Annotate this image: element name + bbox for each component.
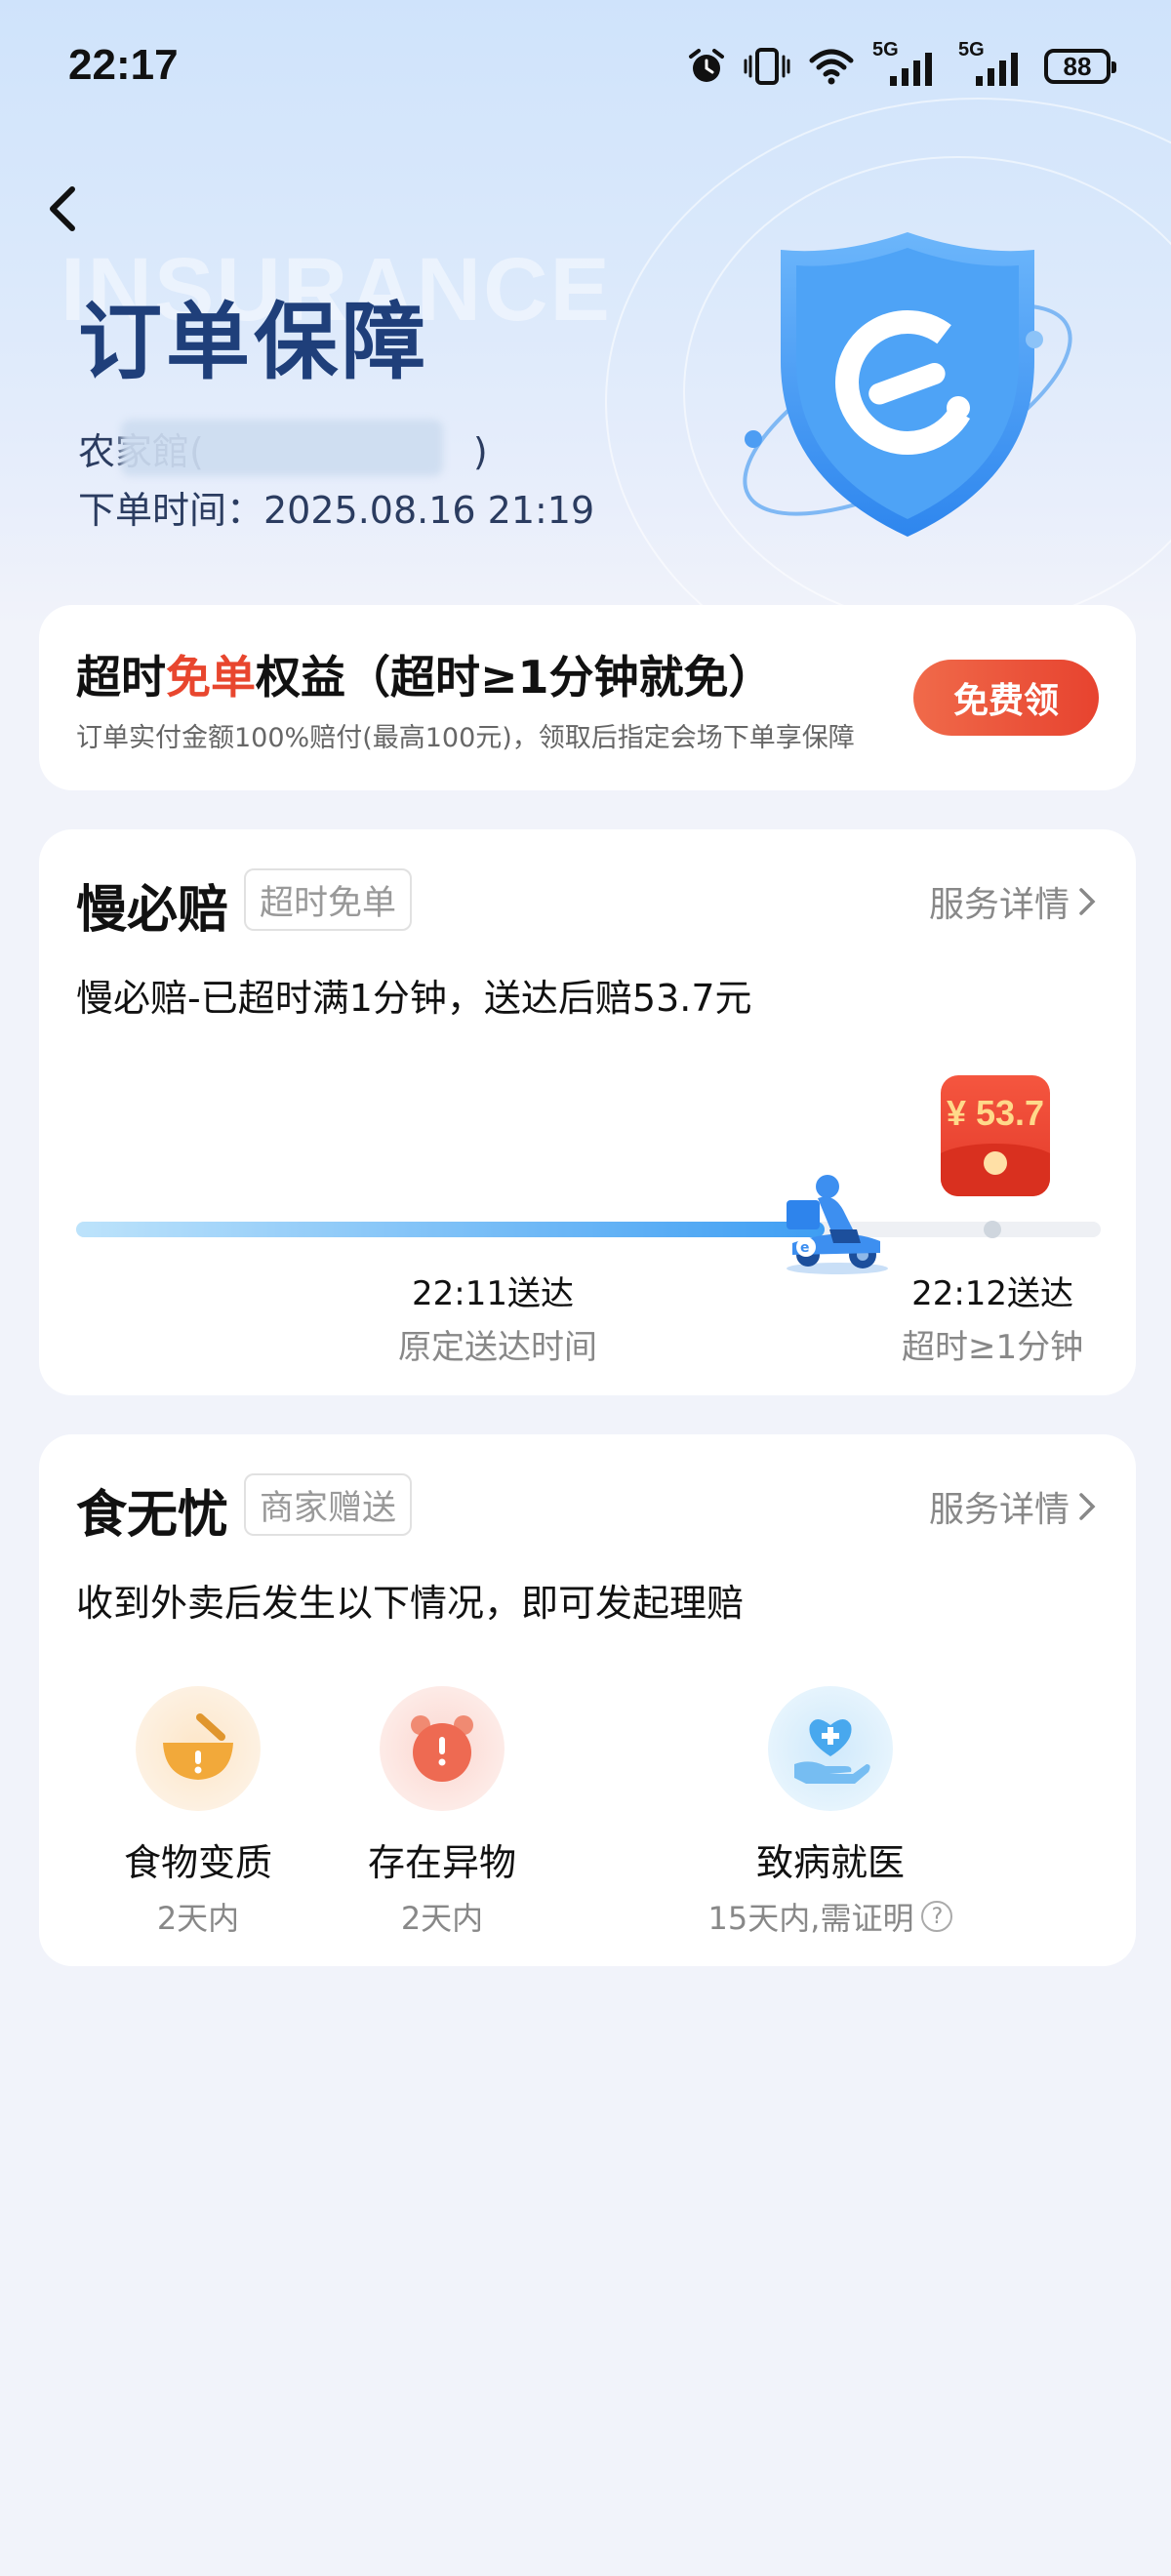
red-packet: ¥ 53.7: [941, 1075, 1050, 1196]
timeline-point-scheduled: 22:11送达 原定送达时间: [398, 1267, 597, 1368]
title-suffix: 权益（超时≥1分钟就免）: [256, 651, 774, 704]
overtime-time: 22:12送达: [911, 1274, 1074, 1313]
claim-item-note: 15天内,需证明 ?: [684, 1894, 977, 1939]
shop-name-end: ): [472, 430, 488, 473]
battery-indicator: 88: [1044, 49, 1116, 84]
service-detail-label: 服务详情: [928, 885, 1070, 925]
progress-end-dot: [984, 1221, 1001, 1238]
clock: 22:17: [68, 41, 179, 89]
title-prefix: 超时: [76, 651, 166, 704]
chevron-right-icon: [1079, 888, 1096, 915]
red-packet-seal: [984, 1151, 1007, 1175]
alarm-icon: [380, 1686, 505, 1811]
food-worry-free-card: 食无忧 商家赠送 服务详情 收到外卖后发生以下情况，即可发起理赔 食物变质 2天…: [39, 1434, 1136, 1966]
claim-item-note-text: 2天内: [156, 1900, 240, 1937]
claim-item-name: 致病就医: [755, 1841, 905, 1884]
delivery-rider-icon: e: [787, 1175, 888, 1274]
svg-text:e: e: [800, 1240, 810, 1256]
scheduled-label: 原定送达时间: [398, 1328, 597, 1367]
food-worry-free-title: 食无忧: [76, 1486, 229, 1545]
claim-item-foreign-object[interactable]: 存在异物 2天内: [315, 1686, 569, 1939]
claim-item-spoiled[interactable]: 食物变质 2天内: [71, 1686, 325, 1939]
signal-icon: 5G: [872, 39, 941, 88]
overtime-label: 超时≥1分钟: [902, 1328, 1084, 1367]
merchant-gift-tag: 商家赠送: [244, 1473, 413, 1536]
shield-logo-icon: [743, 232, 1072, 537]
scheduled-time: 22:11送达: [412, 1274, 574, 1313]
food-worry-free-description: 收到外卖后发生以下情况，即可发起理赔: [76, 1582, 745, 1625]
status-icons: 5G 5G 88: [687, 39, 1116, 88]
vibrate-icon: [744, 48, 790, 85]
slow-compensation-description: 慢必赔-已超时满1分钟，送达后赔53.7元: [76, 977, 752, 1020]
claim-item-note-text: 15天内,需证明: [707, 1900, 914, 1937]
help-question-icon[interactable]: ?: [921, 1901, 953, 1932]
overtime-free-tag: 超时免单: [244, 868, 413, 931]
title-highlight: 免单: [166, 651, 256, 704]
progress-fill: [76, 1222, 825, 1237]
claim-item-note-text: 2天内: [400, 1900, 484, 1937]
overtime-free-subtitle: 订单实付金额100%赔付(最高100元)，领取后指定会场下单享保障: [76, 723, 855, 753]
chevron-right-icon: [1079, 1493, 1096, 1520]
service-detail-link[interactable]: 服务详情: [929, 876, 1097, 927]
claim-item-note: 2天内: [315, 1894, 569, 1939]
claim-item-name: 食物变质: [123, 1841, 272, 1884]
delivery-progress-bar: [76, 1221, 1101, 1238]
overtime-free-title: 超时免单权益（超时≥1分钟就免）: [76, 642, 774, 706]
timeline-point-overtime: 22:12送达 超时≥1分钟: [902, 1267, 1083, 1368]
claim-item-medical[interactable]: 致病就医 15天内,需证明 ?: [684, 1686, 977, 1939]
red-packet-amount: ¥ 53.7: [946, 1093, 1045, 1133]
overtime-free-card: 超时免单权益（超时≥1分钟就免） 订单实付金额100%赔付(最高100元)，领取…: [39, 605, 1136, 790]
spoiled-bowl-icon: [136, 1686, 261, 1811]
signal-icon: 5G: [958, 39, 1027, 88]
back-button[interactable]: [39, 174, 88, 242]
claim-item-note: 2天内: [71, 1894, 325, 1939]
service-detail-label: 服务详情: [928, 1490, 1070, 1530]
alarm-clock-icon: [689, 49, 724, 82]
claim-free-button[interactable]: 免费领: [913, 660, 1099, 736]
wifi-icon: [809, 49, 854, 85]
slow-compensation-title: 慢必赔: [76, 881, 229, 940]
page-title: 订单保障: [78, 294, 429, 391]
slow-compensation-card: 慢必赔 超时免单 服务详情 慢必赔-已超时满1分钟，送达后赔53.7元 ¥ 53…: [39, 829, 1136, 1395]
order-time: 下单时间：2025.08.16 21:19: [78, 489, 595, 532]
service-detail-link[interactable]: 服务详情: [929, 1481, 1097, 1532]
claim-item-name: 存在异物: [367, 1841, 516, 1884]
status-bar: 22:17 5G 5G 88: [0, 0, 1171, 137]
redacted-blur: [121, 420, 443, 476]
medical-hand-icon: [768, 1686, 893, 1811]
chevron-left-icon: [50, 186, 75, 231]
